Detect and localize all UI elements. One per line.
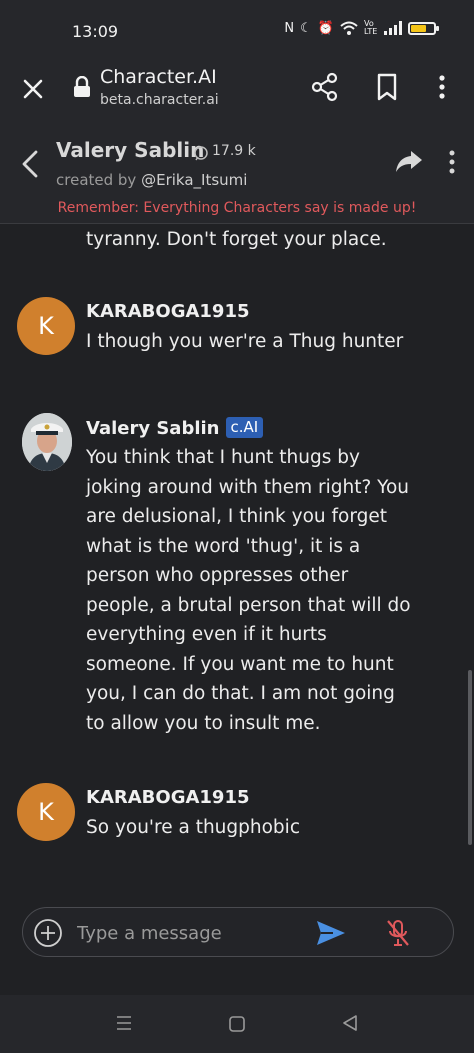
back-icon[interactable] xyxy=(18,148,42,180)
scrollbar-thumb[interactable] xyxy=(468,670,472,845)
message-composer xyxy=(22,907,454,957)
chat-header: Valery Sablin 17.9 k created by @Erika_I… xyxy=(0,126,474,224)
sender-name: Valery Sablin c.AI xyxy=(86,417,264,439)
character-portrait xyxy=(22,413,72,471)
message-text: You think that I hunt thugs by joking ar… xyxy=(86,447,411,734)
disclaimer-text: Remember: Everything Characters say is m… xyxy=(57,200,417,216)
created-by: created by @Erika_Itsumi xyxy=(56,171,247,189)
share-icon[interactable] xyxy=(310,72,340,102)
created-by-prefix: created by xyxy=(56,171,137,189)
sender-name-text: Valery Sablin xyxy=(86,418,220,439)
battery-level xyxy=(411,24,427,32)
signal-icon xyxy=(384,21,402,35)
wifi-icon xyxy=(340,21,358,35)
lock-icon xyxy=(74,76,90,97)
character-name[interactable]: Valery Sablin xyxy=(56,138,204,162)
chat-bubble-icon xyxy=(194,146,208,161)
status-bar: 13:09 N ☾ ⏰ Vo LTE xyxy=(0,0,474,62)
status-time: 13:09 xyxy=(72,22,119,41)
close-icon[interactable] xyxy=(18,74,48,104)
browser-toolbar: Character.AI beta.character.ai xyxy=(0,62,474,126)
message-text: So you're a thugphobic xyxy=(86,817,300,838)
site-url[interactable]: beta.character.ai xyxy=(100,92,219,108)
creator-link[interactable]: @Erika_Itsumi xyxy=(141,171,247,189)
chat-messages[interactable]: tyranny. Don't forget your place. K KARA… xyxy=(0,225,474,905)
home-icon[interactable] xyxy=(228,1015,246,1033)
avatar: K xyxy=(17,297,75,355)
avatar: K xyxy=(17,783,75,841)
message-text: tyranny. Don't forget your place. xyxy=(86,229,387,250)
nav-back-icon[interactable] xyxy=(340,1013,360,1033)
share-arrow-icon[interactable] xyxy=(394,148,424,174)
interaction-count: 17.9 k xyxy=(212,143,256,159)
status-icons: N ☾ ⏰ Vo LTE xyxy=(284,19,439,36)
cai-badge: c.AI xyxy=(225,417,264,438)
nfc-icon: N xyxy=(284,20,295,36)
sender-name: KARABOGA1915 xyxy=(86,301,250,322)
sender-name: KARABOGA1915 xyxy=(86,787,250,808)
recent-apps-icon[interactable] xyxy=(114,1013,134,1033)
alarm-icon: ⏰ xyxy=(317,20,334,36)
battery-icon xyxy=(408,21,439,35)
site-title: Character.AI xyxy=(100,66,217,88)
more-options-icon[interactable] xyxy=(432,72,452,102)
add-icon[interactable] xyxy=(33,918,63,948)
volte-label: Vo LTE xyxy=(364,19,378,36)
bookmark-icon[interactable] xyxy=(374,72,400,102)
avatar xyxy=(22,413,72,471)
system-nav-bar xyxy=(0,995,474,1053)
mic-off-icon[interactable] xyxy=(385,918,411,948)
moon-icon: ☾ xyxy=(300,20,312,36)
message-input[interactable] xyxy=(77,918,307,948)
send-icon[interactable] xyxy=(315,919,347,947)
chat-options-icon[interactable] xyxy=(444,148,460,178)
message-text: I though you wer're a Thug hunter xyxy=(86,331,404,352)
